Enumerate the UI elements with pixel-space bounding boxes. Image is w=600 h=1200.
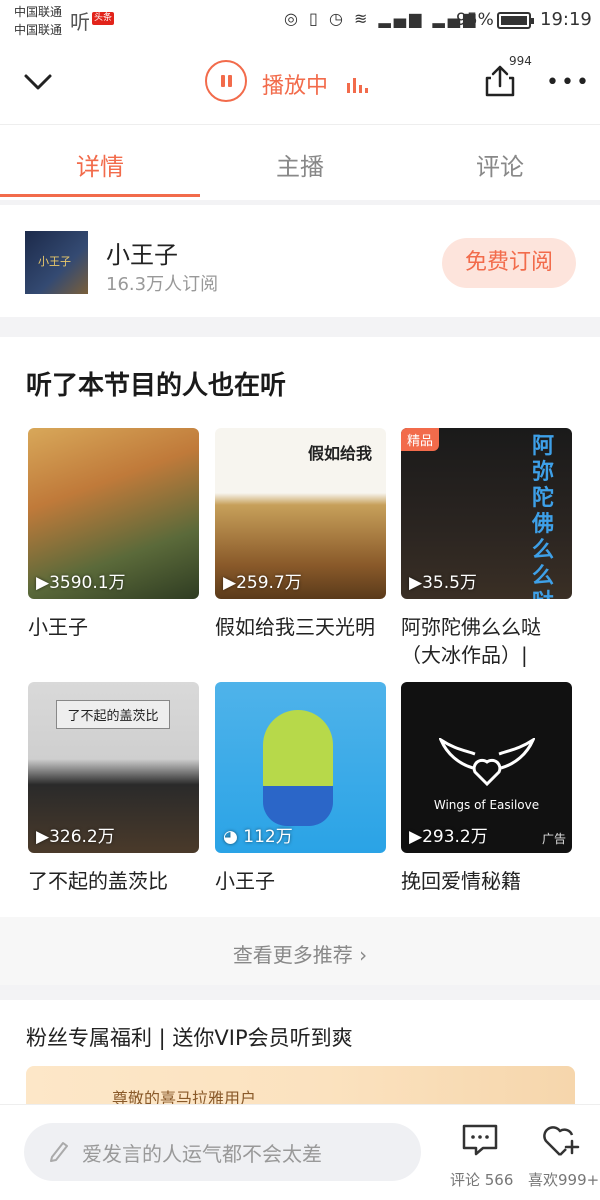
comment-placeholder: 爱发言的人运气都不会太差 (82, 1142, 322, 1166)
tab-comments[interactable]: 评论 (400, 147, 600, 182)
cartoon-overalls (263, 786, 333, 826)
subscribe-button[interactable]: 免费订阅 (442, 238, 576, 288)
album-cover[interactable]: 了不起的盖茨比 ▶326.2万 (28, 682, 199, 853)
album-name[interactable]: 小王子 (28, 613, 199, 641)
album-name[interactable]: 了不起的盖茨比 (28, 867, 199, 895)
album-card[interactable]: 了不起的盖茨比 ▶326.2万 了不起的盖茨比 (28, 682, 199, 895)
comment-count[interactable]: 评论 566 (450, 1169, 513, 1190)
album-card[interactable]: ◕ 112万 小王子 (215, 682, 386, 895)
player-header: 播放中 994 ••• (0, 44, 600, 124)
album-card[interactable]: Wings of Easilove ▶293.2万 广告 挽回爱情秘籍 (401, 682, 572, 895)
tab-detail[interactable]: 详情 (0, 147, 200, 182)
album-name[interactable]: 小王子 (215, 867, 386, 895)
battery-percent: 95% (456, 10, 494, 30)
play-count: ▶35.5万 (409, 573, 477, 593)
album-card[interactable]: ▶3590.1万 小王子 (28, 428, 199, 641)
album-name[interactable]: 阿弥陀佛么么哒（大冰作品）| (401, 613, 572, 669)
album-cover[interactable]: 阿弥陀佛么么哒 精品 ▶35.5万 (401, 428, 572, 599)
album-cover[interactable]: 假如给我 ▶259.7万 (215, 428, 386, 599)
cover-text: Wings of Easilove (433, 798, 540, 812)
cover-text: 阿弥陀佛么么哒 (532, 434, 555, 599)
album-name[interactable]: 挽回爱情秘籍 (401, 867, 572, 895)
subscriber-count: 16.3万人订阅 (106, 274, 219, 295)
ad-badge: 广告 (541, 832, 566, 846)
premium-badge: 精品 (401, 428, 440, 451)
tab-bar: 详情 主播 评论 (0, 124, 600, 200)
album-cover[interactable]: ▶3590.1万 (28, 428, 199, 599)
program-info: 小王子 小王子 16.3万人订阅 免费订阅 (0, 205, 600, 317)
bottom-bar: 爱发言的人运气都不会太差 评论 566 喜欢999+ (0, 1104, 600, 1200)
toutiao-badge: 头条 (92, 12, 115, 25)
album-card[interactable]: 假如给我 ▶259.7万 假如给我三天光明 (215, 428, 386, 641)
pause-icon[interactable] (205, 60, 247, 102)
program-cover[interactable]: 小王子 (25, 231, 88, 294)
fans-benefit-section: 粉丝专属福利 | 送你VIP会员听到爽 尊敬的喜马拉雅用户 (0, 1000, 600, 1126)
play-count: ▶3590.1万 (36, 573, 126, 593)
comment-icon[interactable] (461, 1123, 499, 1157)
carrier-label-1: 中国联通 (14, 5, 63, 19)
more-recommendations-label[interactable]: 查看更多推荐 › (0, 939, 600, 968)
heart-wings-icon (439, 738, 535, 787)
play-count: ▶259.7万 (223, 573, 302, 593)
album-name[interactable]: 假如给我三天光明 (215, 613, 386, 641)
more-icon[interactable]: ••• (546, 72, 591, 94)
equalizer-icon (347, 78, 368, 93)
ting-app-icon: 听 (70, 10, 90, 34)
cover-text: 了不起的盖茨比 (56, 700, 170, 729)
program-cover-text: 小王子 (38, 255, 71, 268)
like-count[interactable]: 喜欢999+ (528, 1169, 599, 1190)
status-bar: 中国联通 中国联通 听 头条 ◎ ▯ ◷ ≋ ▂▄▆ ▂▄▆ 95% 19:19 (0, 0, 600, 44)
recommendation-section: 听了本节目的人也在听 ▶3590.1万 小王子 假如给我 ▶259.7万 假如给… (0, 337, 600, 917)
chevron-right-icon: › (359, 943, 368, 967)
battery-icon (497, 12, 534, 29)
pencil-icon (50, 1142, 68, 1162)
status-time: 19:19 (540, 9, 592, 30)
more-recommendations-button[interactable]: 查看更多推荐 › (0, 917, 600, 985)
album-cover[interactable]: Wings of Easilove ▶293.2万 广告 (401, 682, 572, 853)
heart-add-icon[interactable] (540, 1123, 580, 1159)
playing-status[interactable]: 播放中 (262, 68, 328, 100)
tab-host[interactable]: 主播 (200, 147, 400, 182)
chevron-down-icon[interactable] (22, 66, 54, 98)
album-cover[interactable]: ◕ 112万 (215, 682, 386, 853)
share-count: 994 (509, 54, 532, 68)
album-card[interactable]: 阿弥陀佛么么哒 精品 ▶35.5万 阿弥陀佛么么哒（大冰作品）| (401, 428, 572, 669)
play-count: ◕ 112万 (223, 827, 293, 847)
carrier-label-2: 中国联通 (14, 23, 63, 37)
play-count: ▶326.2万 (36, 827, 115, 847)
share-icon[interactable] (484, 64, 516, 98)
program-title[interactable]: 小王子 (106, 235, 178, 270)
tab-active-indicator (0, 194, 200, 197)
system-status-icons: ◎ ▯ ◷ ≋ ▂▄▆ ▂▄▆ (284, 9, 479, 28)
comment-input[interactable]: 爱发言的人运气都不会太差 (24, 1123, 421, 1181)
play-count: ▶293.2万 (409, 827, 488, 847)
fans-benefit-title: 粉丝专属福利 | 送你VIP会员听到爽 (26, 1026, 353, 1050)
section-title: 听了本节目的人也在听 (26, 371, 287, 401)
cover-text: 假如给我 (307, 444, 372, 463)
